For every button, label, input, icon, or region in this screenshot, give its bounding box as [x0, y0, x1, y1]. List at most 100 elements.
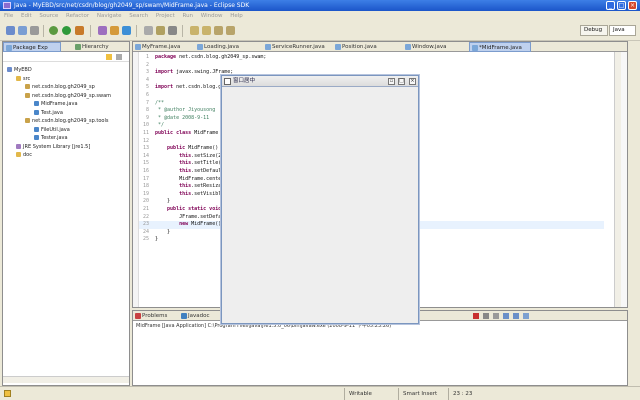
tree-item[interactable]: src — [16, 75, 30, 83]
explorer-hscrollbar[interactable] — [3, 376, 129, 383]
menu-window[interactable]: Window — [201, 13, 223, 19]
console-output[interactable] — [133, 331, 627, 385]
new-icon[interactable] — [6, 26, 15, 35]
tree-item[interactable]: FileUtil.java — [34, 126, 70, 134]
tree-item[interactable]: net.csdn.blog.gh2049_sp — [25, 83, 95, 91]
editor-tab-label: Position.java — [342, 44, 377, 50]
fast-view-icon[interactable] — [4, 390, 11, 397]
new-java-project-icon[interactable] — [98, 26, 107, 35]
clear-console-icon[interactable] — [493, 313, 499, 319]
open-task-icon[interactable] — [168, 26, 177, 35]
menu-refactor[interactable]: Refactor — [66, 13, 89, 19]
collapse-all-icon[interactable] — [106, 54, 112, 60]
explorer-toolbar — [3, 52, 129, 62]
menu-run[interactable]: Run — [183, 13, 194, 19]
tree-item[interactable]: MyEBD — [7, 66, 32, 74]
tree-item[interactable]: JRE System Library [jre1.5] — [16, 143, 90, 151]
line-number: 21 — [142, 206, 149, 212]
code-token: MidFrame() { — [188, 145, 225, 152]
status-bar: Writable Smart Insert 23 : 23 — [0, 386, 640, 400]
run-icon[interactable] — [62, 26, 71, 35]
tab-hierarchy-label: Hierarchy — [82, 44, 109, 50]
line-number: 7 — [145, 99, 149, 106]
window-titlebar: Java - MyEBD/src/net/csdn/blog/gh2049_sp… — [0, 0, 640, 11]
editor-tab[interactable]: Window.java — [403, 42, 465, 52]
code-line: 1 package net.csdn.blog.gh2049_sp.swam; — [139, 54, 604, 62]
folder-icon — [16, 75, 21, 81]
open-type-icon[interactable] — [144, 26, 153, 35]
minimize-button[interactable]: _ — [606, 1, 615, 10]
editor-tab[interactable]: MyFrame.java — [133, 42, 195, 52]
prev-annotation-icon[interactable] — [202, 26, 211, 35]
editor-tab[interactable]: Position.java — [333, 42, 395, 52]
menu-source[interactable]: Source — [39, 13, 58, 19]
editor-tab[interactable]: *MidFrame.java — [469, 42, 531, 52]
java-file-icon — [335, 44, 341, 50]
pin-console-icon[interactable] — [513, 313, 519, 319]
code-token: this — [155, 183, 192, 190]
swing-close-button[interactable]: × — [409, 78, 416, 85]
link-with-editor-icon[interactable] — [116, 54, 122, 60]
bottom-tab[interactable]: Problems — [133, 311, 177, 321]
java-file-icon — [34, 135, 39, 140]
close-button[interactable]: × — [628, 1, 637, 10]
tree-item-label: FileUtil.java — [41, 126, 70, 133]
code-token: } — [155, 236, 159, 243]
editor-tab[interactable]: Loading.java — [195, 42, 257, 52]
tab-package-explorer[interactable]: Package Exp — [3, 42, 61, 52]
swing-frame-titlebar[interactable]: 窗口居中 ▫ □ × — [222, 76, 418, 87]
scroll-lock-icon[interactable] — [503, 313, 509, 319]
new-class-icon[interactable] — [122, 26, 131, 35]
save-icon[interactable] — [18, 26, 27, 35]
line-number: 17 — [142, 175, 149, 182]
editor-vscrollbar[interactable] — [614, 52, 621, 307]
main-toolbar: Debug Java — [0, 21, 640, 41]
back-icon[interactable] — [214, 26, 223, 35]
code-token: MidFrame(); — [191, 221, 225, 228]
perspective-debug[interactable]: Debug — [580, 25, 608, 36]
menu-edit[interactable]: Edit — [21, 13, 32, 19]
code-token: * @date 2008-9-11 — [155, 114, 210, 121]
menu-project[interactable]: Project — [156, 13, 175, 19]
line-number: 4 — [145, 76, 149, 83]
eclipse-app-icon — [3, 2, 11, 9]
maximize-button[interactable]: □ — [617, 1, 626, 10]
remove-launch-icon[interactable] — [483, 313, 489, 319]
java-file-icon — [472, 45, 478, 51]
tab-hierarchy[interactable]: Hierarchy — [73, 42, 117, 52]
java-file-icon — [135, 44, 141, 50]
menu-search[interactable]: Search — [129, 13, 148, 19]
bottom-tab[interactable]: Javadoc — [179, 311, 223, 321]
editor-tab-label: Loading.java — [204, 44, 239, 50]
tree-item[interactable]: net.csdn.blog.gh2049_sp.swam — [25, 92, 111, 100]
tree-item[interactable]: Tester.java — [34, 134, 68, 142]
swing-frame-window[interactable]: 窗口居中 ▫ □ × — [221, 75, 419, 324]
forward-icon[interactable] — [226, 26, 235, 35]
perspective-java[interactable]: Java — [609, 25, 636, 36]
menu-help[interactable]: Help — [230, 13, 243, 19]
menu-navigate[interactable]: Navigate — [97, 13, 122, 19]
tree-item-label: src — [23, 75, 31, 82]
tree-item[interactable]: net.csdn.blog.gh2049_sp.tools — [25, 117, 108, 125]
swing-maximize-button[interactable]: □ — [398, 78, 405, 85]
tree-item[interactable]: Test.java — [34, 109, 63, 117]
tree-item[interactable]: MidFrame.java — [34, 100, 78, 108]
next-annotation-icon[interactable] — [190, 26, 199, 35]
javadoc-icon — [181, 313, 187, 319]
code-token: this — [155, 168, 192, 174]
editor-tab-label: Window.java — [412, 44, 447, 50]
swing-minimize-button[interactable]: ▫ — [388, 78, 395, 85]
menu-file[interactable]: File — [4, 13, 13, 19]
window-title: Java - MyEBD/src/net/csdn/blog/gh2049_sp… — [14, 2, 250, 9]
terminate-icon[interactable] — [473, 313, 479, 319]
code-token: public static void — [155, 206, 225, 212]
external-tools-icon[interactable] — [75, 26, 84, 35]
search-icon[interactable] — [156, 26, 165, 35]
window-menu-icon[interactable] — [224, 78, 231, 85]
new-package-icon[interactable] — [110, 26, 119, 35]
display-console-icon[interactable] — [523, 313, 529, 319]
editor-tab[interactable]: ServiceRunner.java — [263, 42, 329, 52]
print-icon[interactable] — [30, 26, 39, 35]
tree-item[interactable]: doc — [16, 151, 32, 159]
debug-icon[interactable] — [49, 26, 58, 35]
